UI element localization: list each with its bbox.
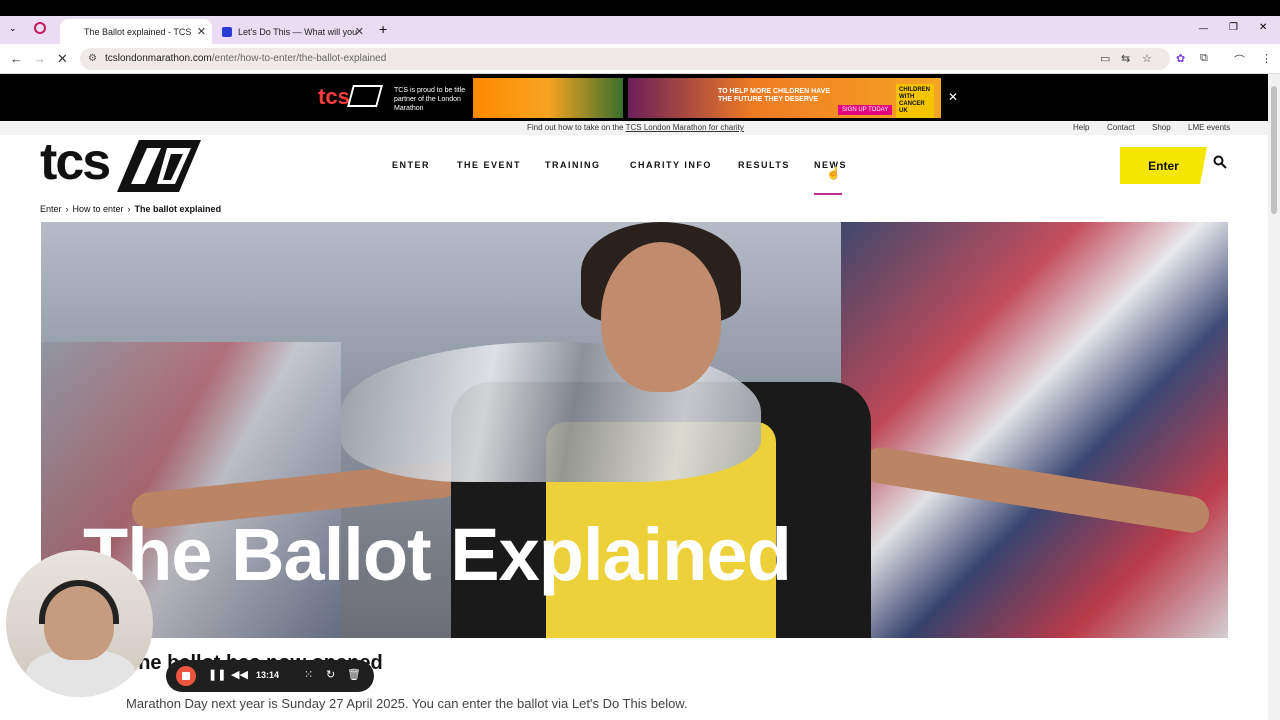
site-info-icon[interactable]: ⚙ xyxy=(88,53,97,64)
extensions-puzzle-icon[interactable]: ⧉ xyxy=(1200,52,1208,65)
utility-bar: Find out how to take on the TCS London M… xyxy=(0,121,1268,135)
tab-label: The Ballot explained - TCS xyxy=(84,26,192,37)
search-icon[interactable] xyxy=(1213,155,1227,169)
restart-icon[interactable]: ↻ xyxy=(326,668,335,681)
ad-runners-image[interactable] xyxy=(473,78,623,118)
stop-recording-button[interactable] xyxy=(176,666,196,686)
breadcrumb-current: The ballot explained xyxy=(134,204,222,214)
ad-partner-text: TCS is proud to be title partner of the … xyxy=(394,87,466,112)
charity-message: Find out how to take on the TCS London M… xyxy=(527,123,744,132)
nav-active-underline xyxy=(814,193,842,195)
tab-label: Let's Do This — What will you xyxy=(238,26,358,37)
screen-top-bar xyxy=(0,0,1280,16)
minimize-button[interactable]: — xyxy=(1199,23,1208,33)
breadcrumb-how-to-enter[interactable]: How to enter xyxy=(73,204,124,214)
page-title: The Ballot Explained xyxy=(83,513,792,596)
ad-charity-image[interactable]: TO HELP MORE CHILDREN HAVE THE FUTURE TH… xyxy=(628,78,941,118)
close-tab-icon[interactable]: ✕ xyxy=(355,25,364,38)
profile-icon[interactable]: ⌒ xyxy=(1234,52,1245,68)
close-tab-icon[interactable]: ✕ xyxy=(197,25,206,38)
tab-ballot-explained[interactable]: The Ballot explained - TCS ✕ xyxy=(60,19,212,44)
background-union-flags xyxy=(841,222,1228,638)
enter-button[interactable]: Enter xyxy=(1120,147,1207,184)
browser-tab-strip: ⌄ The Ballot explained - TCS ✕ Let's Do … xyxy=(0,16,1280,44)
recording-timer: 13:14 xyxy=(256,670,280,680)
recording-indicator-icon xyxy=(34,22,46,34)
nav-results[interactable]: RESULTS xyxy=(738,160,790,170)
tab-search-icon[interactable]: ⌄ xyxy=(9,23,17,34)
advert-banner: tcs TCS is proud to be title partner of … xyxy=(0,74,1268,121)
tab-lets-do-this[interactable]: Let's Do This — What will you ✕ xyxy=(214,19,370,44)
translate-icon[interactable]: ⇆ xyxy=(1121,52,1130,65)
tcs-logo[interactable]: tcs xyxy=(40,136,111,188)
ad-caption: TO HELP MORE CHILDREN HAVE THE FUTURE TH… xyxy=(718,88,831,103)
charity-link[interactable]: TCS London Marathon for charity xyxy=(626,123,744,132)
charity-message-prefix: Find out how to take on the xyxy=(527,123,624,132)
url-host: tcslondonmarathon.com xyxy=(105,53,212,64)
new-tab-button[interactable]: + xyxy=(379,21,387,37)
page-scrollbar[interactable] xyxy=(1268,74,1280,720)
url-field[interactable]: ⚙ tcslondonmarathon.com/enter/how-to-ent… xyxy=(80,48,1170,70)
stop-loading-icon[interactable]: ✕ xyxy=(57,51,68,67)
url-path: /enter/how-to-enter/the-ballot-explained xyxy=(211,53,387,64)
help-link[interactable]: Help xyxy=(1073,123,1089,132)
nav-the-event[interactable]: THE EVENT xyxy=(457,160,521,170)
tcs-ad-logo: tcs xyxy=(318,84,350,109)
nav-enter[interactable]: ENTER xyxy=(392,160,430,170)
extension-icon[interactable]: ✿ xyxy=(1176,52,1185,65)
london-marathon-logo[interactable] xyxy=(117,140,201,192)
camera-icon[interactable]: ▭ xyxy=(1100,52,1110,65)
chevron-right-icon: › xyxy=(65,204,69,214)
screen-recorder-toolbar: ❚❚ ◀◀ 13:14 ⁙ ↻ 🗑 xyxy=(166,660,374,692)
intro-paragraph: Marathon Day next year is Sunday 27 Apri… xyxy=(126,696,688,711)
bookmark-star-icon[interactable]: ☆ xyxy=(1142,52,1152,65)
runner-face xyxy=(601,242,721,392)
chevron-right-icon: › xyxy=(127,204,131,214)
breadcrumb: Enter › How to enter › The ballot explai… xyxy=(40,204,221,214)
trash-icon[interactable]: 🗑 xyxy=(347,668,361,681)
headphones xyxy=(39,580,119,624)
ad-signup-button[interactable]: SIGN UP TODAY xyxy=(838,105,893,115)
lme-events-link[interactable]: LME events xyxy=(1188,123,1230,132)
close-window-button[interactable]: ✕ xyxy=(1259,22,1267,33)
back-icon[interactable]: ← xyxy=(10,51,23,66)
nav-charity-info[interactable]: CHARITY INFO xyxy=(630,160,712,170)
hand-cursor-icon: ☝ xyxy=(826,166,841,180)
restore-button[interactable]: ❐ xyxy=(1229,22,1238,33)
pause-icon[interactable]: ❚❚ xyxy=(208,668,226,681)
webcam-overlay xyxy=(6,550,153,697)
page-favicon-icon xyxy=(68,26,78,37)
nav-training[interactable]: TRAINING xyxy=(545,160,601,170)
breadcrumb-enter[interactable]: Enter xyxy=(40,204,62,214)
rewind-icon[interactable]: ◀◀ xyxy=(231,668,248,681)
forward-icon[interactable]: → xyxy=(33,51,46,66)
grid-icon[interactable]: ⁙ xyxy=(304,668,313,681)
lets-do-this-favicon-icon xyxy=(222,26,232,37)
scrollbar-thumb[interactable] xyxy=(1271,86,1277,214)
ad-charity-logo: CHILDREN WITH CANCER UK xyxy=(896,84,934,118)
london-marathon-ad-logo xyxy=(347,85,383,107)
address-bar: ← → ✕ ⚙ tcslondonmarathon.com/enter/how-… xyxy=(0,44,1280,74)
close-ad-icon[interactable]: ✕ xyxy=(948,90,958,104)
menu-kebab-icon[interactable]: ⋮ xyxy=(1261,52,1272,65)
shop-link[interactable]: Shop xyxy=(1152,123,1171,132)
contact-link[interactable]: Contact xyxy=(1107,123,1135,132)
